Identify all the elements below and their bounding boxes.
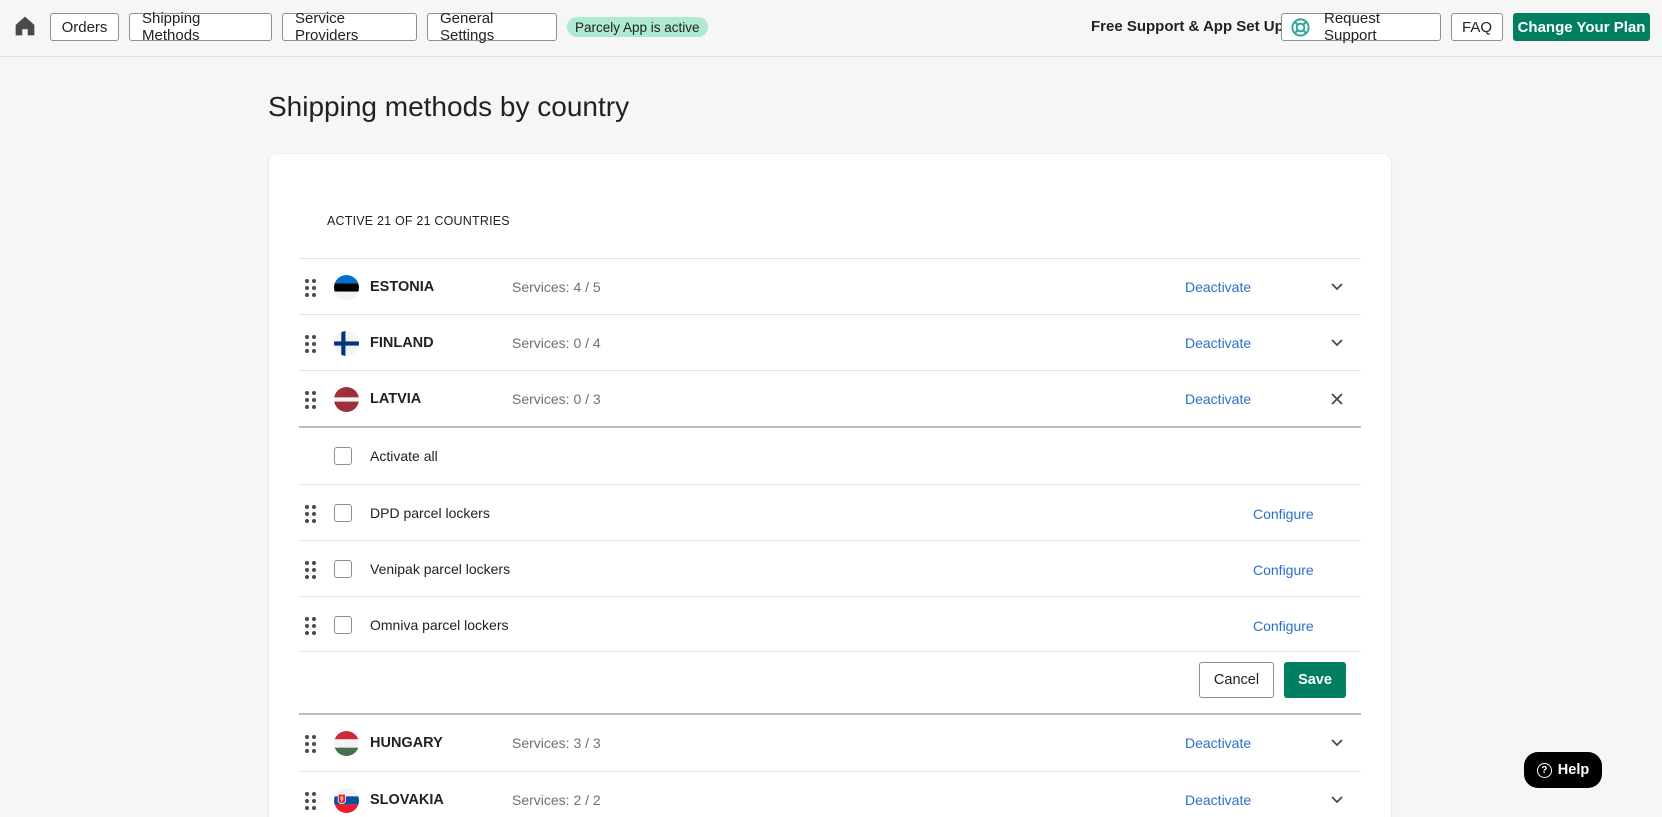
service-checkbox[interactable] [334, 560, 352, 578]
service-row: Omniva parcel lockers Configure [299, 596, 1361, 652]
help-icon: ? [1536, 762, 1552, 778]
top-nav-bar: Orders Shipping Methods Service Provider… [0, 0, 1662, 57]
drag-handle-icon[interactable] [305, 505, 317, 523]
service-label: DPD parcel lockers [370, 505, 490, 521]
drag-handle-icon[interactable] [305, 735, 317, 753]
request-support-label: Request Support [1324, 10, 1380, 44]
country-name: SLOVAKIA [370, 792, 444, 808]
services-count: Services: 3 / 3 [512, 735, 601, 751]
chevron-down-icon[interactable] [1330, 737, 1344, 749]
nav-orders-button[interactable]: Orders [50, 13, 119, 41]
help-button[interactable]: ? Help [1524, 752, 1602, 788]
service-checkbox[interactable] [334, 504, 352, 522]
country-name: LATVIA [370, 391, 422, 407]
chevron-down-icon[interactable] [1330, 794, 1344, 806]
help-label: Help [1557, 762, 1590, 778]
close-icon[interactable] [1330, 392, 1344, 406]
latvia-flag-icon [334, 387, 359, 412]
activate-all-label: Activate all [370, 448, 438, 464]
drag-handle-icon[interactable] [305, 279, 317, 297]
activate-all-checkbox[interactable] [334, 447, 352, 465]
nav-shipping-methods-button[interactable]: Shipping Methods [129, 10, 272, 44]
finland-flag-icon [334, 331, 359, 356]
lifebuoy-icon [1291, 18, 1310, 37]
deactivate-link[interactable]: Deactivate [1185, 335, 1251, 351]
service-label: Venipak parcel lockers [370, 561, 511, 577]
services-count: Services: 0 / 3 [512, 391, 601, 407]
drag-handle-icon[interactable] [305, 617, 317, 635]
request-support-button[interactable]: Request Support [1281, 10, 1441, 44]
save-button[interactable]: Save [1284, 662, 1346, 698]
country-row-latvia: LATVIA Services: 0 / 3 Deactivate [299, 370, 1361, 426]
services-count: Services: 2 / 2 [512, 792, 601, 808]
country-row-hungary: HUNGARY Services: 3 / 3 Deactivate [299, 715, 1361, 771]
country-row-finland: FINLAND Services: 0 / 4 Deactivate [299, 314, 1361, 370]
configure-link[interactable]: Configure [1253, 562, 1314, 578]
estonia-flag-icon [334, 275, 359, 300]
service-label: Omniva parcel lockers [370, 617, 509, 633]
support-text: Free Support & App Set Up [1091, 18, 1284, 35]
drag-handle-icon[interactable] [305, 561, 317, 579]
configure-link[interactable]: Configure [1253, 618, 1314, 634]
cancel-button[interactable]: Cancel [1199, 662, 1274, 698]
service-row: DPD parcel lockers Configure [299, 484, 1361, 540]
activate-all-row: Activate all [299, 428, 1361, 484]
country-name: ESTONIA [370, 279, 435, 295]
faq-button[interactable]: FAQ [1451, 13, 1503, 41]
service-row: Venipak parcel lockers Configure [299, 540, 1361, 596]
deactivate-link[interactable]: Deactivate [1185, 735, 1251, 751]
active-countries-count: ACTIVE 21 OF 21 COUNTRIES [327, 214, 510, 228]
drag-handle-icon[interactable] [305, 391, 317, 409]
home-icon[interactable] [14, 15, 36, 37]
deactivate-link[interactable]: Deactivate [1185, 391, 1251, 407]
services-count: Services: 0 / 4 [512, 335, 601, 351]
nav-service-providers-button[interactable]: Service Providers [282, 10, 417, 44]
chevron-down-icon[interactable] [1330, 337, 1344, 349]
drag-handle-icon[interactable] [305, 335, 317, 353]
change-plan-button[interactable]: Change Your Plan [1513, 13, 1650, 41]
nav-general-settings-button[interactable]: General Settings [427, 10, 557, 44]
slovakia-flag-icon [334, 788, 359, 813]
expanded-actions: Cancel Save [299, 651, 1361, 713]
chevron-down-icon[interactable] [1330, 281, 1344, 293]
service-checkbox[interactable] [334, 616, 352, 634]
countries-card: ACTIVE 21 OF 21 COUNTRIES ESTONIA Servic… [269, 154, 1391, 817]
page-title: Shipping methods by country [268, 91, 630, 122]
configure-link[interactable]: Configure [1253, 506, 1314, 522]
deactivate-link[interactable]: Deactivate [1185, 792, 1251, 808]
hungary-flag-icon [334, 731, 359, 756]
deactivate-link[interactable]: Deactivate [1185, 279, 1251, 295]
country-row-slovakia: SLOVAKIA Services: 2 / 2 Deactivate [299, 771, 1361, 817]
drag-handle-icon[interactable] [305, 792, 317, 810]
app-status-badge: Parcely App is active [567, 17, 708, 37]
country-row-estonia: ESTONIA Services: 4 / 5 Deactivate [299, 258, 1361, 314]
country-name: HUNGARY [370, 735, 443, 751]
services-count: Services: 4 / 5 [512, 279, 601, 295]
country-name: FINLAND [370, 335, 434, 351]
